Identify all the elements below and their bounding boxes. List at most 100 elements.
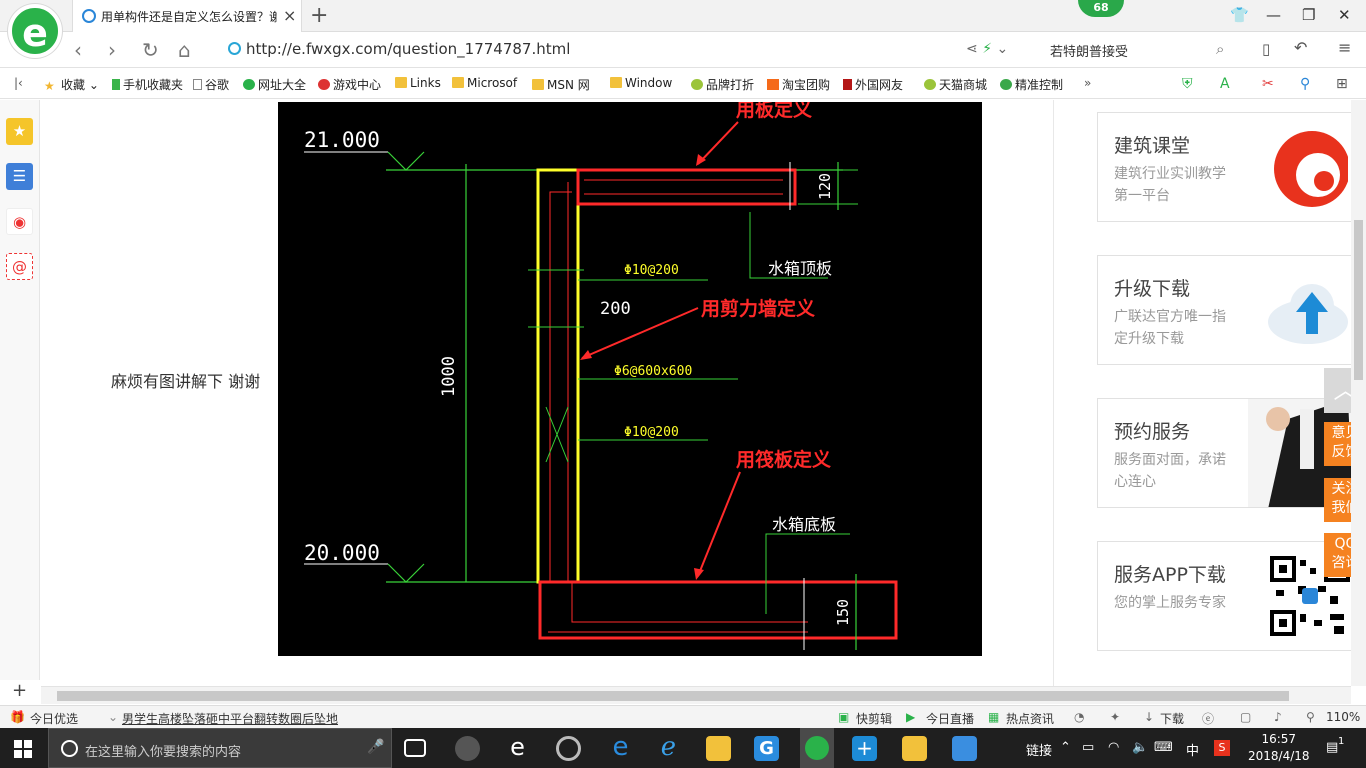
file-explorer-icon[interactable] (706, 736, 731, 761)
scrollbar-thumb[interactable] (57, 691, 1289, 701)
bookmark-item[interactable]: 外国网友 (843, 76, 903, 93)
card-upgrade-download[interactable]: 升级下载 广联达官方唯一指定升级下载 (1097, 255, 1351, 365)
clock[interactable]: 16:57 2018/4/18 (1248, 731, 1310, 765)
back-to-top-button[interactable]: ︿ (1324, 368, 1351, 413)
qq-consult-button[interactable]: QQ咨询 (1324, 533, 1351, 577)
rebar-label-2: Φ6@600x600 (614, 364, 692, 379)
home-button[interactable]: ⌂ (178, 38, 191, 62)
pin-icon[interactable]: ✦ (1110, 710, 1120, 724)
news-link[interactable]: 男学生高楼坠落砸中平台翻转数圈后坠地 (122, 710, 338, 727)
undo-icon[interactable]: ↶ (1294, 38, 1307, 57)
ie-icon[interactable]: ⓔ (1202, 710, 1214, 727)
new-tab-button[interactable]: + (310, 3, 328, 28)
hot-search-field[interactable]: 若特朗普接受 (1050, 41, 1128, 60)
volume-icon[interactable]: 🔈 (1132, 740, 1148, 755)
task-view-icon[interactable] (404, 739, 426, 757)
horizontal-scrollbar[interactable] (41, 686, 1351, 704)
phone-icon[interactable]: ▯ (1262, 40, 1270, 58)
reading-list-icon[interactable]: ☰ (6, 163, 33, 190)
app-window-icon[interactable] (952, 736, 977, 761)
minimize-icon[interactable]: — (1266, 6, 1281, 24)
bookmark-item[interactable]: 谷歌 (193, 76, 229, 93)
bookmark-item[interactable]: 游戏中心 (318, 76, 381, 93)
battery-icon[interactable]: ▭ (1082, 740, 1094, 755)
bookmark-item[interactable]: Window (610, 76, 672, 90)
tab-close-icon[interactable]: × (283, 6, 296, 25)
more-bookmarks-icon[interactable]: » (1084, 76, 1091, 90)
app-g-icon[interactable]: G (754, 736, 779, 761)
bookmark-item[interactable]: 精准控制 (1000, 76, 1063, 93)
apps-icon[interactable]: ⊞ (1336, 76, 1348, 92)
bookmark-favorites[interactable]: ★ 收藏 ⌄ (44, 76, 99, 93)
card-app-download[interactable]: 服务APP下载 您的掌上服务专家 (1097, 541, 1351, 651)
rebar-label-1: Φ10@200 (624, 263, 679, 278)
zoom-level[interactable]: 110% (1326, 710, 1360, 724)
active-browser-task[interactable] (800, 728, 834, 768)
url-field[interactable]: http://e.fwxgx.com/question_1774787.html (228, 40, 570, 58)
share-icon[interactable]: ⋖ ⚡ ⌄ (966, 41, 1008, 57)
kuaijianji-link[interactable]: 快剪辑 (856, 710, 892, 727)
notes-icon[interactable] (902, 736, 927, 761)
mail-icon[interactable]: @ (6, 253, 33, 280)
taskbar-search[interactable]: 在这里输入你要搜索的内容 🎤 (48, 728, 392, 768)
vertical-scrollbar[interactable] (1351, 100, 1366, 686)
tray-chevron-icon[interactable]: ⌃ (1060, 740, 1071, 755)
chevron-down-icon[interactable]: ⌄ (108, 710, 118, 724)
close-window-icon[interactable]: ✕ (1338, 6, 1351, 24)
feedback-button[interactable]: 意见反馈 (1324, 422, 1351, 466)
favorites-star-icon[interactable]: ★ (6, 118, 33, 145)
skin-icon[interactable]: 👕 (1230, 6, 1249, 24)
wifi-icon[interactable]: ◠ (1108, 740, 1119, 755)
add-sidebar-icon[interactable]: + (12, 680, 27, 701)
sogou-icon[interactable]: S (1214, 740, 1230, 756)
browser-e-icon[interactable]: e (505, 735, 530, 761)
weibo-icon[interactable]: ◉ (6, 208, 33, 235)
notification-count: 1 (1338, 736, 1345, 747)
keyboard-icon[interactable]: ⌨ (1154, 740, 1173, 755)
card-building-class[interactable]: 建筑课堂 建筑行业实训教学第一平台 (1097, 112, 1351, 222)
app-pinwheel-icon[interactable] (455, 736, 480, 761)
shield-icon[interactable]: ⛨ (1182, 76, 1193, 92)
windows-start-icon[interactable] (14, 740, 32, 758)
bookmark-item[interactable]: 网址大全 (243, 76, 306, 93)
bookmark-item[interactable]: 淘宝团购 (767, 76, 830, 93)
browser-logo[interactable]: e (8, 4, 62, 58)
menu-icon[interactable]: ≡ (1338, 38, 1351, 57)
edge-icon[interactable]: e (608, 734, 633, 761)
bookmark-item[interactable]: Links (395, 76, 441, 90)
forward-button[interactable]: › (108, 38, 116, 62)
app-plus-icon[interactable]: + (852, 736, 877, 761)
magnifier-icon[interactable]: ⚲ (1300, 76, 1310, 92)
bookmark-item[interactable]: MSN 网 (532, 76, 590, 93)
action-center-icon[interactable]: ▤ (1326, 740, 1338, 755)
restore-icon[interactable]: ❐ (1302, 6, 1315, 24)
window-icon[interactable]: ▢ (1240, 710, 1251, 724)
card-appointment[interactable]: 预约服务 服务面对面，承诺心连心 (1097, 398, 1351, 508)
download-link[interactable]: 下载 (1160, 710, 1184, 727)
app-swirl-icon[interactable] (556, 736, 581, 761)
links-toolbar[interactable]: 链接 (1026, 740, 1052, 759)
reload-button[interactable]: ↻ (142, 38, 159, 62)
tab-active[interactable]: 用单构件还是自定义怎么设置？谢 × (72, 0, 302, 32)
live-link[interactable]: 今日直播 (926, 710, 974, 727)
bookmark-item[interactable]: 手机收藏夹 (112, 76, 183, 93)
sound-icon[interactable]: ♪ (1274, 710, 1282, 724)
bookmark-item[interactable]: 品牌打折 (691, 76, 754, 93)
follow-us-button[interactable]: 关注我们 (1324, 478, 1351, 522)
collapse-sidebar-icon[interactable]: |‹ (14, 76, 23, 90)
ie-taskbar-icon[interactable]: ℯ (656, 734, 681, 761)
translate-icon[interactable]: A (1220, 76, 1230, 92)
bookmark-item[interactable]: Microsof (452, 76, 517, 90)
search-icon[interactable]: ⌕ (1216, 40, 1224, 58)
top-slab-note: 水箱顶板 (768, 259, 832, 278)
speed-icon[interactable]: ◔ (1074, 710, 1084, 724)
today-picks[interactable]: 今日优选 (30, 710, 78, 727)
scrollbar-thumb[interactable] (1354, 220, 1363, 380)
notification-badge[interactable]: 68 (1078, 0, 1124, 17)
back-button[interactable]: ‹ (74, 38, 82, 62)
hotnews-link[interactable]: 热点资讯 (1006, 710, 1054, 727)
bookmark-item[interactable]: 天猫商城 (924, 76, 987, 93)
ime-indicator[interactable]: 中 (1186, 740, 1199, 759)
scissors-icon[interactable]: ✂ (1262, 76, 1274, 92)
microphone-icon[interactable]: 🎤 (367, 739, 384, 755)
